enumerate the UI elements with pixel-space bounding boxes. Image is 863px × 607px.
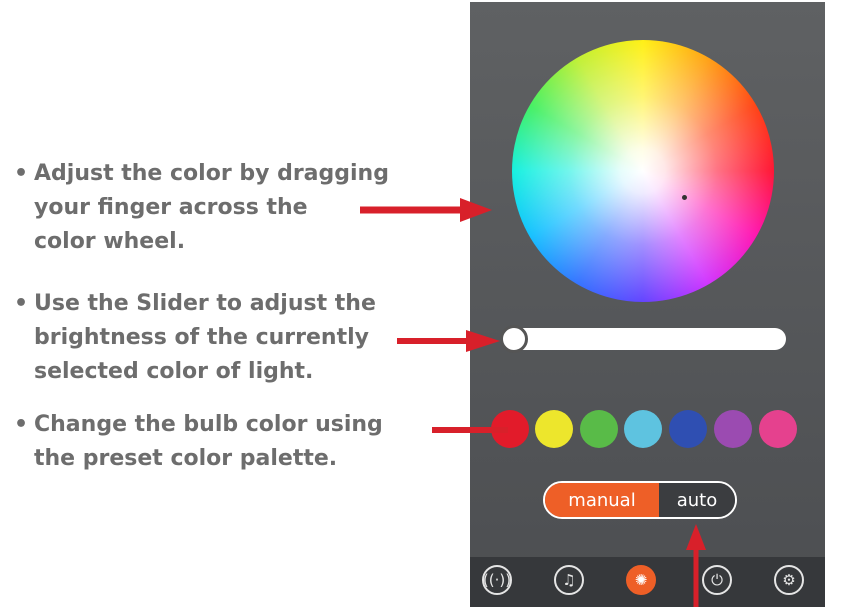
gear-icon[interactable]: ⚙ (774, 565, 804, 595)
brightness-slider-knob[interactable] (500, 325, 528, 353)
phone-screen: manual auto ((·)) ♫ ✺ ⏻ ⚙ (470, 2, 825, 607)
light-bulb-icon[interactable]: ✺ (626, 565, 656, 595)
instruction-slider: • Use the Slider to adjust the brightnes… (14, 287, 376, 389)
instruction-line: selected color of light. (34, 359, 314, 384)
instruction-line: Change the bulb color using (34, 412, 383, 437)
palette-swatch-pink[interactable] (759, 410, 797, 448)
brightness-slider-track[interactable] (510, 328, 786, 350)
manual-mode-button[interactable]: manual (545, 483, 659, 517)
color-picker-marker[interactable] (682, 195, 687, 200)
bottom-tab-bar: ((·)) ♫ ✺ ⏻ ⚙ (470, 557, 825, 607)
brightness-slider[interactable] (500, 325, 788, 353)
instruction-line: brightness of the currently (34, 325, 369, 350)
instructions-panel: • Adjust the color by dragging your fing… (0, 0, 470, 607)
instruction-line: Adjust the color by dragging (34, 161, 389, 186)
color-wheel[interactable] (512, 40, 774, 302)
palette-swatch-blue[interactable] (669, 410, 707, 448)
instruction-line: color wheel. (34, 229, 186, 254)
instruction-line: your finger across the (34, 195, 308, 220)
palette-swatch-purple[interactable] (714, 410, 752, 448)
instruction-color-wheel: • Adjust the color by dragging your fing… (14, 157, 389, 259)
palette-swatch-green[interactable] (580, 410, 618, 448)
instruction-line: the preset color palette. (34, 446, 338, 471)
music-note-icon[interactable]: ♫ (554, 565, 584, 595)
bullet: • (14, 412, 29, 437)
power-icon[interactable]: ⏻ (702, 565, 732, 595)
palette-swatch-red[interactable] (491, 410, 529, 448)
bullet: • (14, 161, 29, 186)
bullet: • (14, 291, 29, 316)
palette-swatch-cyan[interactable] (624, 410, 662, 448)
instruction-line: Use the Slider to adjust the (34, 291, 376, 316)
speaker-icon[interactable]: ((·)) (482, 565, 512, 595)
mode-toggle: manual auto (543, 481, 737, 519)
auto-mode-button[interactable]: auto (659, 483, 735, 517)
palette-swatch-yellow[interactable] (535, 410, 573, 448)
instruction-palette: • Change the bulb color using the preset… (14, 408, 383, 476)
